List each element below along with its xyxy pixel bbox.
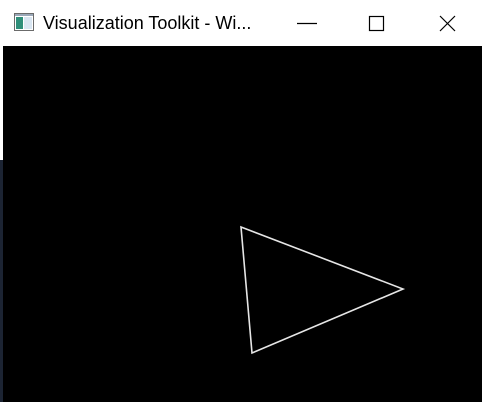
maximize-icon <box>368 15 385 32</box>
vtk-app-icon[interactable] <box>14 13 34 31</box>
app-icon-right-pane <box>24 17 32 29</box>
title-bar[interactable]: Visualization Toolkit - Wi... <box>0 0 482 46</box>
render-view[interactable] <box>3 46 482 402</box>
app-icon-topbar <box>15 14 33 16</box>
minimize-icon <box>297 22 317 25</box>
minimize-button[interactable] <box>284 0 330 46</box>
maximize-button[interactable] <box>353 0 399 46</box>
close-icon <box>439 15 456 32</box>
vtk-window: Visualization Toolkit - Wi... <box>0 0 482 402</box>
close-button[interactable] <box>424 0 470 46</box>
app-icon-left-pane <box>16 17 23 29</box>
window-title: Visualization Toolkit - Wi... <box>43 13 252 33</box>
render-scene <box>240 225 406 355</box>
triangle-outline <box>240 225 406 355</box>
